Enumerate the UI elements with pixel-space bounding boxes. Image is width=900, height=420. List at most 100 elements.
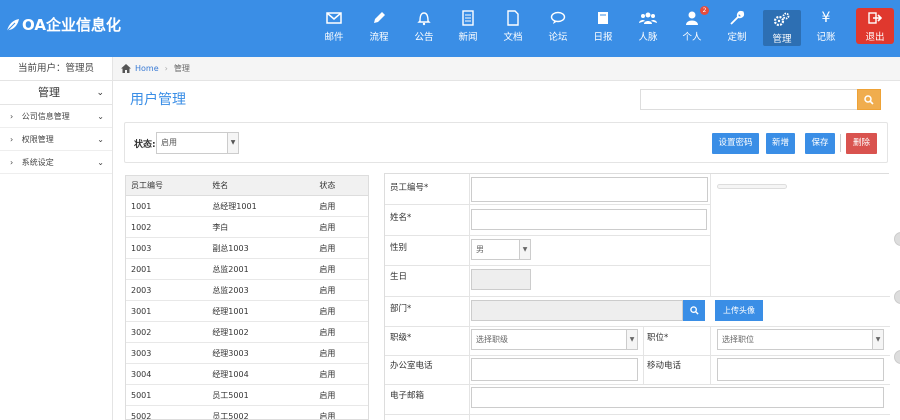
- comment-icon: [540, 8, 576, 28]
- sidebar: 当前用户：管理员 管理 ⌄ › 公司信息管理 ⌄ › 权限管理 ⌄ › 系统设定…: [0, 57, 113, 420]
- status-filter-select[interactable]: 启用 ▼: [156, 132, 239, 154]
- table-body: 1001 总经理1001 启用 1002 李白 启用 1003 副总1003 启用 2001 总监2…: [126, 196, 368, 420]
- birthday-input[interactable]: [471, 269, 531, 290]
- leaf-icon: [6, 18, 19, 31]
- office-phone-label: 办公室电话: [390, 361, 433, 371]
- office-phone-input[interactable]: [471, 358, 638, 381]
- nav-exit[interactable]: 退出: [856, 8, 894, 44]
- nav-docs[interactable]: 文档: [495, 8, 531, 44]
- chevron-down-icon: ▼: [519, 240, 530, 259]
- cell-emp-no: 3003: [131, 348, 152, 358]
- form-grid-line: [385, 384, 890, 385]
- search-button[interactable]: [857, 89, 881, 110]
- column-header-name[interactable]: 姓名: [211, 180, 318, 191]
- cell-emp-no: 3002: [131, 327, 152, 337]
- toolbar-panel: 状态: 启用 ▼ 设置密码 新增 保存 删除: [124, 122, 888, 163]
- chevron-down-icon: ▼: [227, 133, 238, 153]
- scroll-handle[interactable]: [894, 232, 900, 246]
- sidebar-item-system-settings[interactable]: › 系统设定 ⌄: [0, 151, 112, 174]
- breadcrumb-current: 管理: [173, 64, 190, 73]
- nav-accounts[interactable]: ¥ 记账: [808, 8, 844, 44]
- position-select[interactable]: 选择职位 ▼: [717, 329, 884, 350]
- table-row[interactable]: 1001 总经理1001 启用: [126, 196, 368, 217]
- gender-select[interactable]: 男 ▼: [471, 239, 531, 260]
- email-input[interactable]: [471, 387, 884, 408]
- cell-emp-no: 3001: [131, 306, 152, 316]
- table-row[interactable]: 2003 总监2003 启用: [126, 280, 368, 301]
- cell-status: 启用: [319, 369, 336, 379]
- sidebar-item-permissions[interactable]: › 权限管理 ⌄: [0, 128, 112, 151]
- nav-flow[interactable]: 流程: [361, 8, 397, 44]
- table-row[interactable]: 3003 经理3003 启用: [126, 343, 368, 364]
- cell-status: 启用: [319, 222, 336, 232]
- position-placeholder: 选择职位: [722, 335, 754, 344]
- table-row[interactable]: 2001 总监2001 启用: [126, 259, 368, 280]
- nav-forum[interactable]: 论坛: [540, 8, 576, 44]
- table-row[interactable]: 3004 经理1004 启用: [126, 364, 368, 385]
- scroll-handle[interactable]: [894, 290, 900, 304]
- current-user-label: 当前用户：管理员: [0, 57, 112, 81]
- cell-emp-no: 2001: [131, 264, 152, 274]
- nav-label: 新闻: [458, 32, 478, 43]
- cell-status: 启用: [319, 201, 336, 211]
- rank-select[interactable]: 选择职级 ▼: [471, 329, 638, 350]
- delete-button[interactable]: 删除: [846, 133, 877, 154]
- nav-label: 定制: [727, 32, 747, 43]
- dept-input[interactable]: [471, 300, 683, 321]
- cell-name: 李白: [212, 222, 229, 232]
- table-row[interactable]: 5001 员工5001 启用: [126, 385, 368, 406]
- sidebar-section-manage[interactable]: 管理 ⌄: [0, 81, 112, 105]
- cell-name: 经理1001: [212, 306, 249, 316]
- user-table: 员工编号 姓名 状态 1001 总经理1001 启用 1002 李白 启用 1003 副总10…: [125, 175, 369, 420]
- nav-people[interactable]: 人脉: [630, 8, 666, 44]
- bell-icon: [406, 8, 442, 28]
- add-button[interactable]: 新增: [766, 133, 795, 154]
- cell-emp-no: 1002: [131, 222, 152, 232]
- save-button[interactable]: 保存: [805, 133, 835, 154]
- sidebar-item-label: 公司信息管理: [21, 112, 70, 121]
- upload-avatar-button[interactable]: 上传头像: [715, 300, 763, 321]
- search-box: [640, 89, 881, 110]
- nav-news[interactable]: 新闻: [450, 8, 486, 44]
- nav-manage[interactable]: 管理: [763, 10, 801, 46]
- breadcrumb-separator: ›: [164, 64, 168, 73]
- nav-notice[interactable]: 公告: [406, 8, 442, 44]
- table-row[interactable]: 5002 员工5002 启用: [126, 406, 368, 420]
- app-logo[interactable]: OA企业信息化: [6, 14, 121, 35]
- search-icon: [689, 306, 699, 315]
- cell-status: 启用: [319, 306, 336, 316]
- nav-personal[interactable]: 2 个人: [674, 6, 710, 44]
- name-input[interactable]: [471, 209, 707, 230]
- nav-mail[interactable]: 邮件: [316, 8, 352, 44]
- table-row[interactable]: 3001 经理1001 启用: [126, 301, 368, 322]
- cell-status: 启用: [319, 411, 336, 420]
- dept-search-button[interactable]: [683, 300, 705, 321]
- nav-daily[interactable]: 日报: [585, 8, 621, 44]
- mail-icon: [316, 8, 352, 28]
- cell-name: 总监2003: [212, 285, 249, 295]
- reset-password-button[interactable]: 设置密码: [712, 133, 759, 154]
- cell-status: 启用: [319, 264, 336, 274]
- emp-no-input[interactable]: [471, 177, 708, 202]
- nav-custom[interactable]: 定制: [719, 8, 755, 44]
- column-header-status[interactable]: 状态: [318, 180, 368, 191]
- cell-emp-no: 3004: [131, 369, 152, 379]
- search-input[interactable]: [640, 89, 857, 110]
- cell-emp-no: 2003: [131, 285, 152, 295]
- table-row[interactable]: 3002 经理1002 启用: [126, 322, 368, 343]
- cell-name: 总监2001: [212, 264, 249, 274]
- user-edit-form: 员工编号* 姓名* 性别 男 ▼ 生日 部门* 上传头像 职级* 选择职级 ▼ …: [384, 173, 890, 420]
- mobile-label: 移动电话: [647, 361, 682, 371]
- scroll-handle[interactable]: [894, 350, 900, 364]
- table-row[interactable]: 1002 李白 启用: [126, 217, 368, 238]
- table-row[interactable]: 1003 副总1003 启用: [126, 238, 368, 259]
- status-filter-value: 启用: [161, 138, 177, 147]
- nav-label: 记账: [816, 32, 836, 43]
- column-header-emp-no[interactable]: 员工编号: [126, 180, 211, 191]
- sidebar-item-company-info[interactable]: › 公司信息管理 ⌄: [0, 105, 112, 128]
- nav-label: 文档: [503, 32, 523, 43]
- cell-emp-no: 1001: [131, 201, 152, 211]
- breadcrumb-home-link[interactable]: Home: [135, 64, 159, 73]
- mobile-input[interactable]: [717, 358, 884, 381]
- sidebar-item-label: 权限管理: [21, 135, 54, 144]
